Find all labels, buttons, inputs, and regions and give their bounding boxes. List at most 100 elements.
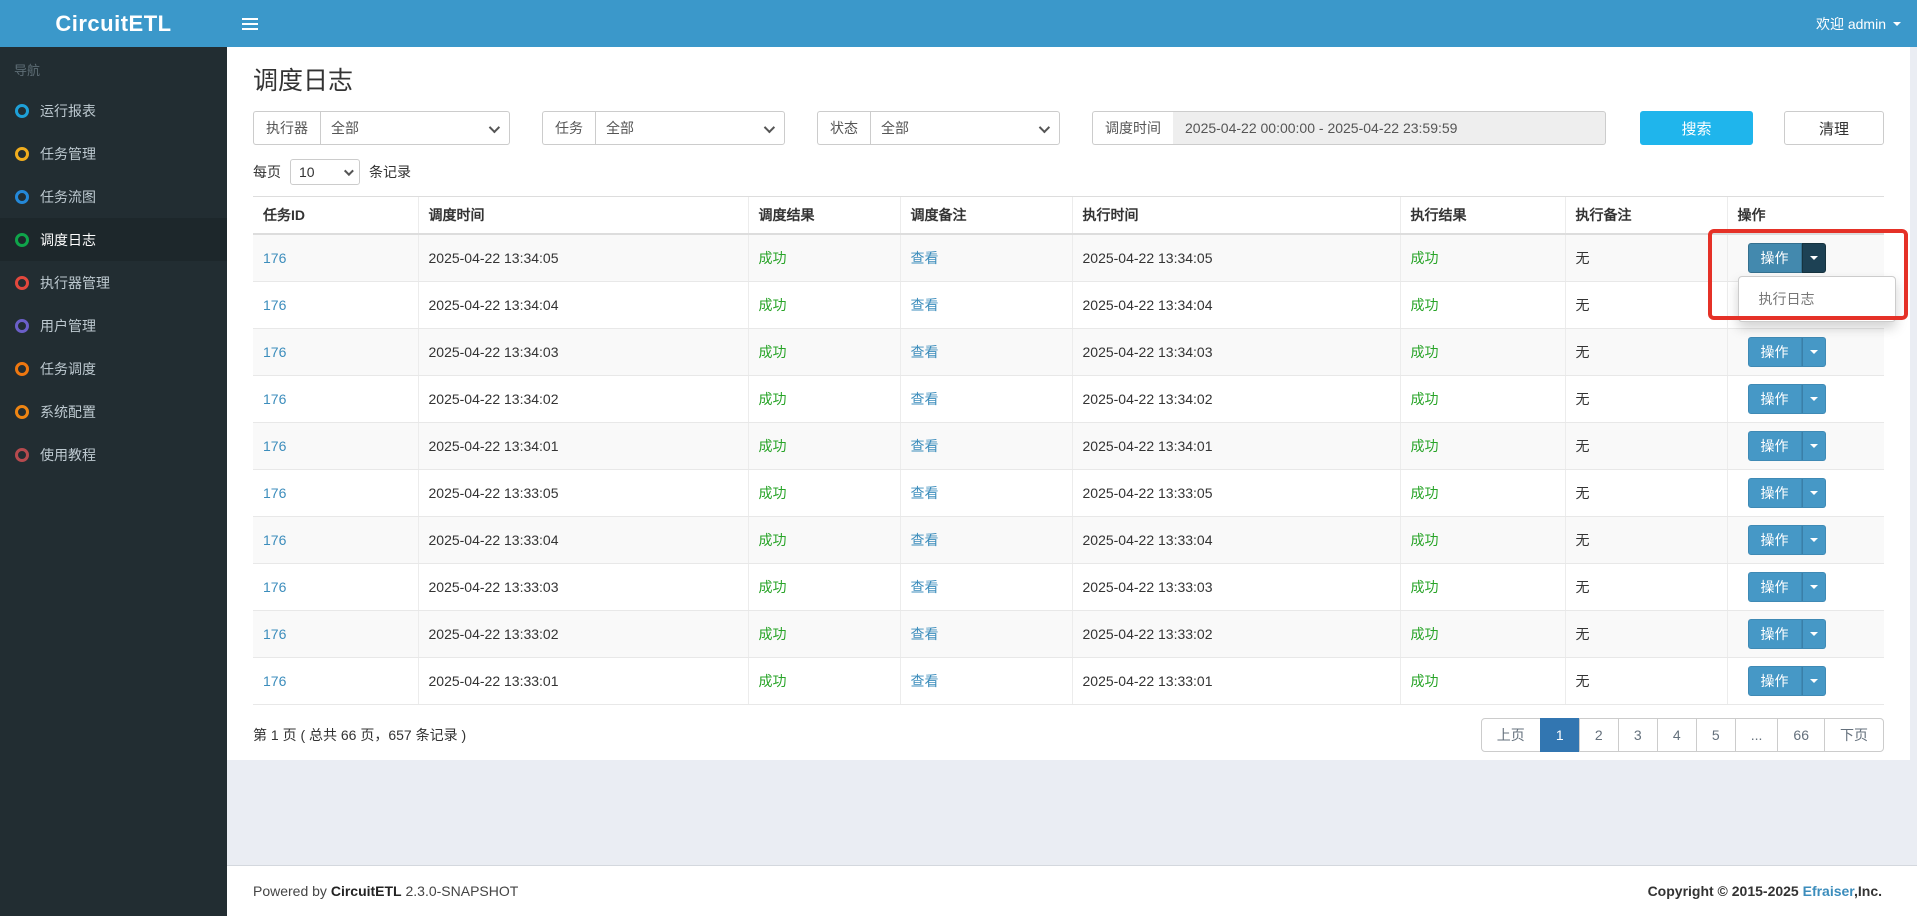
next-page-button[interactable]: 下页 [1824,717,1884,752]
action-button-label[interactable]: 操作 [1747,571,1802,602]
table-row: 176 2025-04-22 13:33:01 成功 查看 2025-04-22 13:… [253,657,1884,705]
cell-exec-time: 2025-04-22 13:34:04 [1071,281,1400,329]
job-filter-label: 任务 [542,111,595,145]
action-button-label[interactable]: 操作 [1747,383,1802,414]
view-remark-link[interactable]: 查看 [911,344,939,360]
job-id-link[interactable]: 176 [263,391,286,407]
page-button-4[interactable]: 4 [1656,717,1697,752]
action-button-label[interactable]: 操作 [1747,477,1802,508]
view-remark-link[interactable]: 查看 [911,250,939,266]
time-range-input[interactable]: 2025-04-22 00:00:00 - 2025-04-22 23:59:5… [1173,111,1606,145]
view-remark-link[interactable]: 查看 [911,579,939,595]
action-button-label[interactable]: 操作 [1747,618,1802,649]
sidebar-item-系统配置[interactable]: 系统配置 [0,390,227,433]
action-button-label[interactable]: 操作 [1747,524,1802,555]
action-split-button[interactable]: 操作 [1747,524,1826,555]
job-id-link[interactable]: 176 [263,532,286,548]
action-split-button[interactable]: 操作 [1747,383,1826,414]
action-dropdown-toggle[interactable] [1801,571,1826,602]
job-id-link[interactable]: 176 [263,297,286,313]
executor-filter-select[interactable]: 全部 [320,111,510,145]
cell-exec-time: 2025-04-22 13:34:03 [1071,328,1400,376]
cell-sched-remark: 查看 [899,610,1072,658]
action-dropdown-toggle[interactable] [1801,430,1826,461]
job-filter-select[interactable]: 全部 [595,111,785,145]
action-button-label[interactable]: 操作 [1747,336,1802,367]
page-button-5[interactable]: 5 [1695,717,1736,752]
job-id-link[interactable]: 176 [263,579,286,595]
exec-log-menu-item[interactable]: 执行日志 [1739,282,1895,316]
job-id-link[interactable]: 176 [263,250,286,266]
job-id-link[interactable]: 176 [263,344,286,360]
time-filter-label: 调度时间 [1092,111,1173,145]
sidebar-toggle-button[interactable] [227,0,273,47]
action-dropdown-toggle[interactable] [1801,524,1826,555]
job-id-link[interactable]: 176 [263,626,286,642]
cell-exec-remark: 无 [1564,563,1727,611]
cell-sched-time: 2025-04-22 13:33:02 [417,610,748,658]
job-id-link[interactable]: 176 [263,673,286,689]
table-row: 176 2025-04-22 13:34:02 成功 查看 2025-04-22 13:… [253,375,1884,423]
cell-exec-remark: 无 [1564,328,1727,376]
page-button-66[interactable]: 66 [1777,717,1825,752]
view-remark-link[interactable]: 查看 [911,673,939,689]
sidebar-item-用户管理[interactable]: 用户管理 [0,304,227,347]
sidebar-item-运行报表[interactable]: 运行报表 [0,89,227,132]
table-row: 176 2025-04-22 13:33:05 成功 查看 2025-04-22 13:… [253,469,1884,517]
action-split-button[interactable]: 操作 [1747,336,1826,367]
sidebar-item-使用教程[interactable]: 使用教程 [0,433,227,476]
chevron-down-icon [763,121,776,134]
cell-actions: 操作 [1726,375,1884,423]
view-remark-link[interactable]: 查看 [911,438,939,454]
action-dropdown-toggle[interactable] [1801,618,1826,649]
job-id-link[interactable]: 176 [263,485,286,501]
sidebar-item-调度日志[interactable]: 调度日志 [0,218,227,261]
action-split-button[interactable]: 操作 [1747,477,1826,508]
action-split-button[interactable]: 操作 [1747,665,1826,696]
view-remark-link[interactable]: 查看 [911,485,939,501]
view-remark-link[interactable]: 查看 [911,391,939,407]
cell-exec-result: 成功 [1399,610,1565,658]
action-dropdown-toggle[interactable] [1801,383,1826,414]
page-button-2[interactable]: 2 [1578,717,1619,752]
status-filter-select[interactable]: 全部 [870,111,1060,145]
page-button-3[interactable]: 3 [1617,717,1658,752]
action-dropdown-toggle[interactable] [1801,665,1826,696]
action-dropdown-toggle[interactable] [1801,477,1826,508]
action-dropdown-toggle[interactable] [1801,242,1826,273]
clear-button[interactable]: 清理 [1784,111,1884,145]
user-menu[interactable]: 欢迎 admin [1816,0,1917,47]
cell-job-id: 176 [253,610,418,658]
action-split-button[interactable]: 操作 [1747,430,1826,461]
view-remark-link[interactable]: 查看 [911,532,939,548]
cell-sched-result: 成功 [747,422,900,470]
action-button-label[interactable]: 操作 [1747,665,1802,696]
action-button-label[interactable]: 操作 [1747,242,1802,273]
log-table: 任务ID 调度时间 调度结果 调度备注 执行时间 执行结果 执行备注 操作 17… [253,196,1908,705]
search-button[interactable]: 搜索 [1640,111,1753,145]
sidebar-item-任务调度[interactable]: 任务调度 [0,347,227,390]
cell-actions: 操作 [1726,610,1884,658]
sidebar-item-任务管理[interactable]: 任务管理 [0,132,227,175]
sidebar-item-执行器管理[interactable]: 执行器管理 [0,261,227,304]
chevron-down-icon [1809,255,1818,260]
job-id-link[interactable]: 176 [263,438,286,454]
view-remark-link[interactable]: 查看 [911,626,939,642]
action-split-button[interactable]: 操作 [1747,242,1826,273]
action-dropdown-toggle[interactable] [1801,336,1826,367]
exec-result-text: 成功 [1410,343,1439,360]
company-link[interactable]: Efraiser [1803,883,1854,899]
col-header-exec-remark: 执行备注 [1564,196,1727,235]
page-size-select[interactable]: 10 [290,159,360,185]
sidebar-item-任务流图[interactable]: 任务流图 [0,175,227,218]
view-remark-link[interactable]: 查看 [911,297,939,313]
action-button-label[interactable]: 操作 [1747,430,1802,461]
page-title: 调度日志 [253,67,354,95]
action-split-button[interactable]: 操作 [1747,618,1826,649]
page-button-1[interactable]: 1 [1539,717,1580,752]
page-size-prefix-label: 每页 [253,164,281,180]
chevron-down-icon [1809,490,1818,495]
cell-exec-result: 成功 [1399,422,1565,470]
prev-page-button[interactable]: 上页 [1480,717,1541,752]
action-split-button[interactable]: 操作 [1747,571,1826,602]
